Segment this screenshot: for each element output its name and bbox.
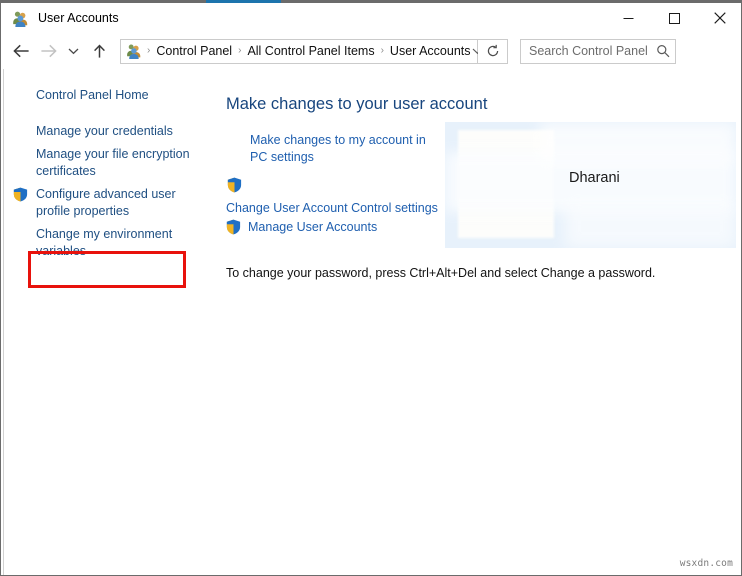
uac-shield-icon	[227, 177, 242, 197]
account-username: Dharani	[569, 170, 620, 186]
manage-user-accounts-link[interactable]: Manage User Accounts	[248, 220, 377, 234]
search-placeholder: Search Control Panel	[529, 44, 648, 58]
title-bar[interactable]: User Accounts	[1, 3, 741, 33]
page-title: Make changes to your user account	[226, 95, 488, 113]
picture-blur-overlay	[540, 122, 736, 162]
picture-blur-overlay	[565, 204, 736, 248]
uac-shield-icon	[13, 187, 28, 202]
sidebar-item-label: Manage your file encryption certificates	[36, 147, 190, 178]
user-accounts-icon	[12, 10, 29, 27]
breadcrumb-separator: ›	[238, 45, 242, 56]
sidebar-item-manage-credentials[interactable]: Manage your credentials	[6, 123, 217, 140]
watermark: wsxdn.com	[679, 558, 733, 569]
caption-buttons	[605, 3, 741, 33]
address-bar[interactable]: › Control Panel › All Control Panel Item…	[120, 38, 482, 64]
breadcrumb-separator: ›	[380, 45, 384, 56]
main-pane: Make changes to your user account Dharan…	[217, 69, 741, 575]
pc-settings-link[interactable]: Make changes to my account in PC setting…	[250, 132, 430, 165]
breadcrumb-user-accounts-icon	[126, 43, 142, 59]
sidebar-item-label: Change my environment variables	[36, 227, 173, 258]
navigation-bar: › Control Panel › All Control Panel Item…	[1, 33, 741, 69]
uac-shield-icon	[226, 219, 241, 235]
control-panel-window: User Accounts › Control Panel › All Cont…	[0, 0, 742, 576]
rail-divider	[3, 69, 4, 575]
breadcrumb-item-user-accounts[interactable]: User Accounts	[389, 44, 472, 58]
account-picture-panel: Dharani	[445, 122, 736, 248]
password-instruction-text: To change your password, press Ctrl+Alt+…	[226, 266, 656, 280]
sidebar-item-label: Control Panel Home	[36, 88, 149, 102]
sidebar: Control Panel Home Manage your credentia…	[6, 69, 217, 575]
breadcrumb-item-all-control-panel-items[interactable]: All Control Panel Items	[246, 44, 375, 58]
uac-settings-link[interactable]: Change User Account Control settings	[226, 201, 476, 215]
breadcrumb-item-control-panel[interactable]: Control Panel	[155, 44, 233, 58]
window-title: User Accounts	[38, 11, 119, 25]
manage-accounts-group: Manage User Accounts	[226, 219, 377, 235]
back-icon[interactable]	[9, 36, 34, 66]
content-area: Control Panel Home Manage your credentia…	[2, 69, 741, 575]
sidebar-item-label: Manage your credentials	[36, 123, 173, 138]
minimize-button[interactable]	[605, 3, 651, 33]
close-button[interactable]	[697, 3, 741, 33]
breadcrumb-separator: ›	[147, 45, 151, 56]
recent-locations-chevron-down-icon[interactable]	[63, 36, 83, 66]
search-icon[interactable]	[651, 40, 675, 63]
refresh-icon[interactable]	[478, 38, 508, 64]
sidebar-item-file-encryption-certificates[interactable]: Manage your file encryption certificates	[6, 146, 217, 179]
sidebar-item-advanced-user-profile[interactable]: Configure advanced user profile properti…	[6, 186, 217, 219]
forward-icon[interactable]	[36, 36, 61, 66]
sidebar-item-label: Configure advanced user profile properti…	[36, 187, 176, 218]
search-input[interactable]: Search Control Panel	[520, 38, 676, 64]
up-level-icon[interactable]	[87, 36, 112, 66]
uac-settings-group: Change User Account Control settings	[226, 177, 476, 215]
sidebar-item-control-panel-home[interactable]: Control Panel Home	[6, 87, 217, 104]
maximize-button[interactable]	[651, 3, 697, 33]
sidebar-item-environment-variables[interactable]: Change my environment variables	[6, 226, 217, 259]
